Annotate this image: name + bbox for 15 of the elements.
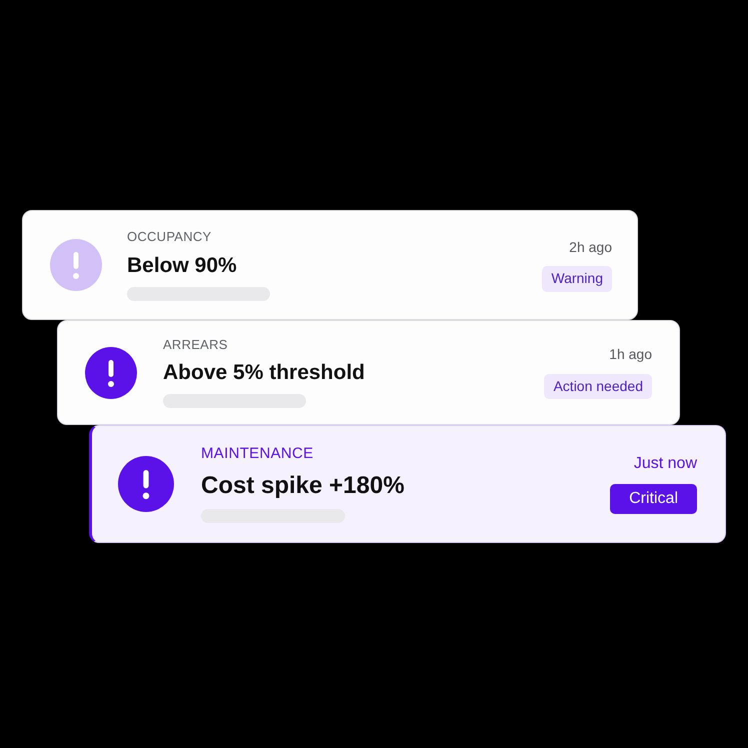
severity-badge: Warning <box>542 266 612 292</box>
exclamation-icon <box>118 456 174 512</box>
exclamation-icon <box>85 346 137 398</box>
alert-category: MAINTENANCE <box>201 445 314 464</box>
alert-time: 2h ago <box>569 238 612 256</box>
alert-category: ARREARS <box>163 336 228 353</box>
alert-title: Below 90% <box>127 252 237 278</box>
alert-time: 1h ago <box>609 346 652 364</box>
severity-badge: Critical <box>610 484 697 514</box>
alert-title: Above 5% threshold <box>163 360 365 386</box>
alert-category: OCCUPANCY <box>127 229 212 246</box>
alert-title: Cost spike +180% <box>201 470 404 501</box>
alert-time: Just now <box>634 454 697 474</box>
exclamation-icon <box>50 239 102 291</box>
severity-badge: Action needed <box>544 374 652 399</box>
